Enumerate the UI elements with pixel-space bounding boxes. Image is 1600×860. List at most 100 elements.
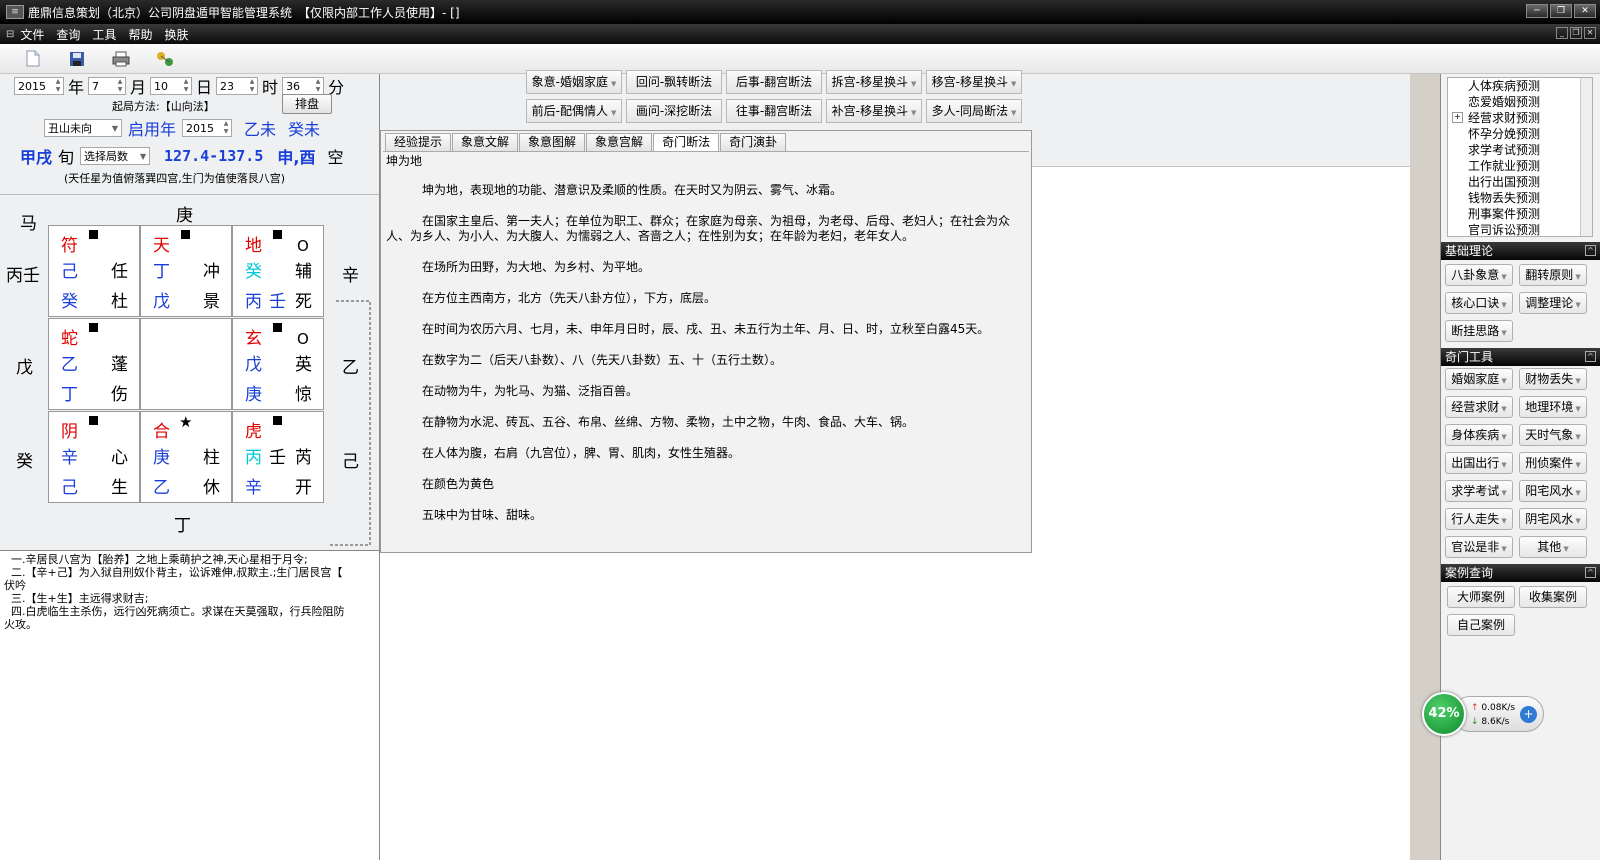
method-button-6[interactable]: 前后-配偶情人 ▼: [526, 99, 622, 123]
palace-2[interactable]: O 地 癸 辅 丙 壬 死: [232, 225, 324, 317]
method-button-4[interactable]: 拆宫-移星换斗 ▼: [826, 70, 922, 94]
network-speed-widget[interactable]: 42% ↑ 0.08K/s ↓ 8.6K/s +: [1422, 692, 1546, 736]
method-button-8[interactable]: 往事-翻宫断法: [726, 99, 822, 123]
chevron-down-icon[interactable]: ▼: [109, 124, 121, 133]
palace-9[interactable]: 天 丁 冲 戊 景: [140, 225, 232, 317]
palace-5-center[interactable]: [140, 318, 232, 410]
method-button-1[interactable]: 象意-婚姻家庭 ▼: [526, 70, 622, 94]
tool-button[interactable]: 行人走失 ▼: [1445, 508, 1513, 530]
theory-button-4[interactable]: 调整理论 ▼: [1519, 292, 1587, 314]
tool-button[interactable]: 刑侦案件 ▼: [1519, 452, 1587, 474]
menu-file[interactable]: 文件: [20, 26, 44, 43]
theory-button-3[interactable]: 核心口诀 ▼: [1445, 292, 1513, 314]
spin-arrows-icon[interactable]: ▲ ▼: [247, 78, 257, 94]
tree-item[interactable]: 人体疾病预测: [1448, 78, 1592, 94]
year-spin[interactable]: 2015 ▲ ▼: [14, 77, 64, 95]
theory-button-5[interactable]: 断挂思路 ▼: [1445, 320, 1513, 342]
tree-item[interactable]: 钱物丢失预测: [1448, 190, 1592, 206]
chevron-down-icon[interactable]: ▼: [137, 152, 149, 161]
network-icon[interactable]: [154, 48, 176, 70]
tree-item[interactable]: 工作就业预测: [1448, 158, 1592, 174]
section-header-tools[interactable]: 奇门工具 ^: [1441, 348, 1600, 366]
tree-item[interactable]: 出行出国预测: [1448, 174, 1592, 190]
tool-button[interactable]: 其他 ▼: [1519, 536, 1587, 558]
tool-button[interactable]: 求学考试 ▼: [1445, 480, 1513, 502]
analysis-text[interactable]: 一.辛居艮八宫为【胎养】之地上乘萌护之神,天心星相于月令; 二.【辛+己】为入狱…: [0, 550, 379, 860]
spin-arrows-icon[interactable]: ▲ ▼: [53, 78, 63, 94]
prediction-tree[interactable]: 人体疾病预测 恋爱婚姻预测 经营求财预测 怀孕分娩预测 求学考试预测 工作就业预…: [1447, 77, 1593, 237]
method-button-7[interactable]: 画问-深挖断法: [626, 99, 722, 123]
collapse-icon[interactable]: ^: [1585, 567, 1596, 578]
tab-meaning-palace[interactable]: 象意宫解: [586, 133, 653, 151]
qiyong-year-spin[interactable]: 2015 ▲ ▼: [182, 119, 233, 137]
tool-button[interactable]: 财物丢失 ▼: [1519, 368, 1587, 390]
case-button-collected[interactable]: 收集案例: [1519, 586, 1587, 608]
tool-button[interactable]: 婚姻家庭 ▼: [1445, 368, 1513, 390]
paipan-button[interactable]: 排盘: [282, 94, 332, 114]
tool-button[interactable]: 官讼是非 ▼: [1445, 536, 1513, 558]
month-spin[interactable]: 7 ▲ ▼: [88, 77, 127, 95]
document-icon[interactable]: [22, 48, 44, 70]
spin-arrows-icon[interactable]: ▲ ▼: [115, 78, 125, 94]
mdi-close-icon[interactable]: ✕: [1584, 27, 1596, 39]
menu-tools[interactable]: 工具: [92, 26, 116, 43]
tool-button[interactable]: 阴宅风水 ▼: [1519, 508, 1587, 530]
save-icon[interactable]: [66, 48, 88, 70]
menu-skin[interactable]: 换肤: [164, 26, 188, 43]
tab-content[interactable]: 坤为地 坤为地，表现地的功能、潜意识及柔顺的性质。在天时又为阴云、雾气、冰霜。 …: [383, 151, 1029, 550]
day-spin[interactable]: 10 ▲ ▼: [150, 77, 193, 95]
spin-arrows-icon[interactable]: ▲ ▼: [313, 78, 323, 94]
ju-select[interactable]: 选择局数 ▼: [80, 147, 151, 165]
palace-7[interactable]: O 玄 戊 英 庚 惊: [232, 318, 324, 410]
menu-help[interactable]: 帮助: [128, 26, 152, 43]
tab-meaning-text[interactable]: 象意文解: [452, 133, 519, 151]
minimize-button[interactable]: ─: [1526, 4, 1548, 18]
theory-button-1[interactable]: 八卦象意 ▼: [1445, 264, 1513, 286]
method-button-5[interactable]: 移宫-移星换斗 ▼: [926, 70, 1022, 94]
palace-6[interactable]: 虎 丙 壬 芮 辛 开: [232, 411, 324, 503]
method-button-9[interactable]: 补宫-移星换斗 ▼: [826, 99, 922, 123]
mountain-combo[interactable]: 丑山未向 ▼: [44, 119, 122, 137]
mdi-minimize-icon[interactable]: _: [1556, 27, 1568, 39]
method-button-3[interactable]: 后事-翻宫断法: [726, 70, 822, 94]
palace-1[interactable]: ★ 合 庚 柱 乙 休: [140, 411, 232, 503]
palace-4[interactable]: 符 己 任 癸 杜: [48, 225, 140, 317]
menu-query[interactable]: 查询: [56, 26, 80, 43]
tree-item[interactable]: 刑事案件预测: [1448, 206, 1592, 222]
system-menu-icon[interactable]: ⊟: [6, 29, 14, 40]
section-header-cases[interactable]: 案例查询 ^: [1441, 564, 1600, 582]
tab-meaning-diagram[interactable]: 象意图解: [519, 133, 586, 151]
minute-spin[interactable]: 36 ▲ ▼: [282, 77, 325, 95]
method-button-10[interactable]: 多人-同局断法 ▼: [926, 99, 1022, 123]
section-header-theory[interactable]: 基础理论 ^: [1441, 242, 1600, 260]
print-icon[interactable]: [110, 48, 132, 70]
tool-button[interactable]: 地理环境 ▼: [1519, 396, 1587, 418]
theory-button-2[interactable]: 翻转原则 ▼: [1519, 264, 1587, 286]
collapse-icon[interactable]: ^: [1585, 351, 1596, 362]
palace-8[interactable]: 阴 辛 心 己 生: [48, 411, 140, 503]
tree-item-expandable[interactable]: 经营求财预测: [1448, 110, 1592, 126]
hour-spin[interactable]: 23 ▲ ▼: [216, 77, 259, 95]
tool-button[interactable]: 身体疾病 ▼: [1445, 424, 1513, 446]
method-button-2[interactable]: 回问-飘转断法: [626, 70, 722, 94]
plus-icon[interactable]: +: [1520, 706, 1537, 723]
tool-button[interactable]: 天时气象 ▼: [1519, 424, 1587, 446]
case-button-own[interactable]: 自己案例: [1447, 614, 1515, 636]
spin-arrows-icon[interactable]: ▲ ▼: [221, 120, 231, 136]
tree-item[interactable]: 求学考试预测: [1448, 142, 1592, 158]
tab-qimen-hexagram[interactable]: 奇门演卦: [720, 133, 787, 151]
close-button[interactable]: ✕: [1574, 4, 1596, 18]
case-button-master[interactable]: 大师案例: [1447, 586, 1515, 608]
mdi-restore-icon[interactable]: ❐: [1570, 27, 1582, 39]
palace-3[interactable]: 蛇 乙 蓬 丁 伤: [48, 318, 140, 410]
tab-qimen-method[interactable]: 奇门断法: [653, 133, 720, 151]
tool-button[interactable]: 出国出行 ▼: [1445, 452, 1513, 474]
tree-item[interactable]: 恋爱婚姻预测: [1448, 94, 1592, 110]
tab-experience[interactable]: 经验提示: [385, 133, 452, 151]
tool-button[interactable]: 经营求财 ▼: [1445, 396, 1513, 418]
restore-button[interactable]: ❐: [1550, 4, 1572, 18]
collapse-icon[interactable]: ^: [1585, 245, 1596, 256]
app-icon[interactable]: ≡: [6, 5, 24, 19]
tree-item[interactable]: 官司诉讼预测: [1448, 222, 1592, 236]
spin-arrows-icon[interactable]: ▲ ▼: [181, 78, 191, 94]
